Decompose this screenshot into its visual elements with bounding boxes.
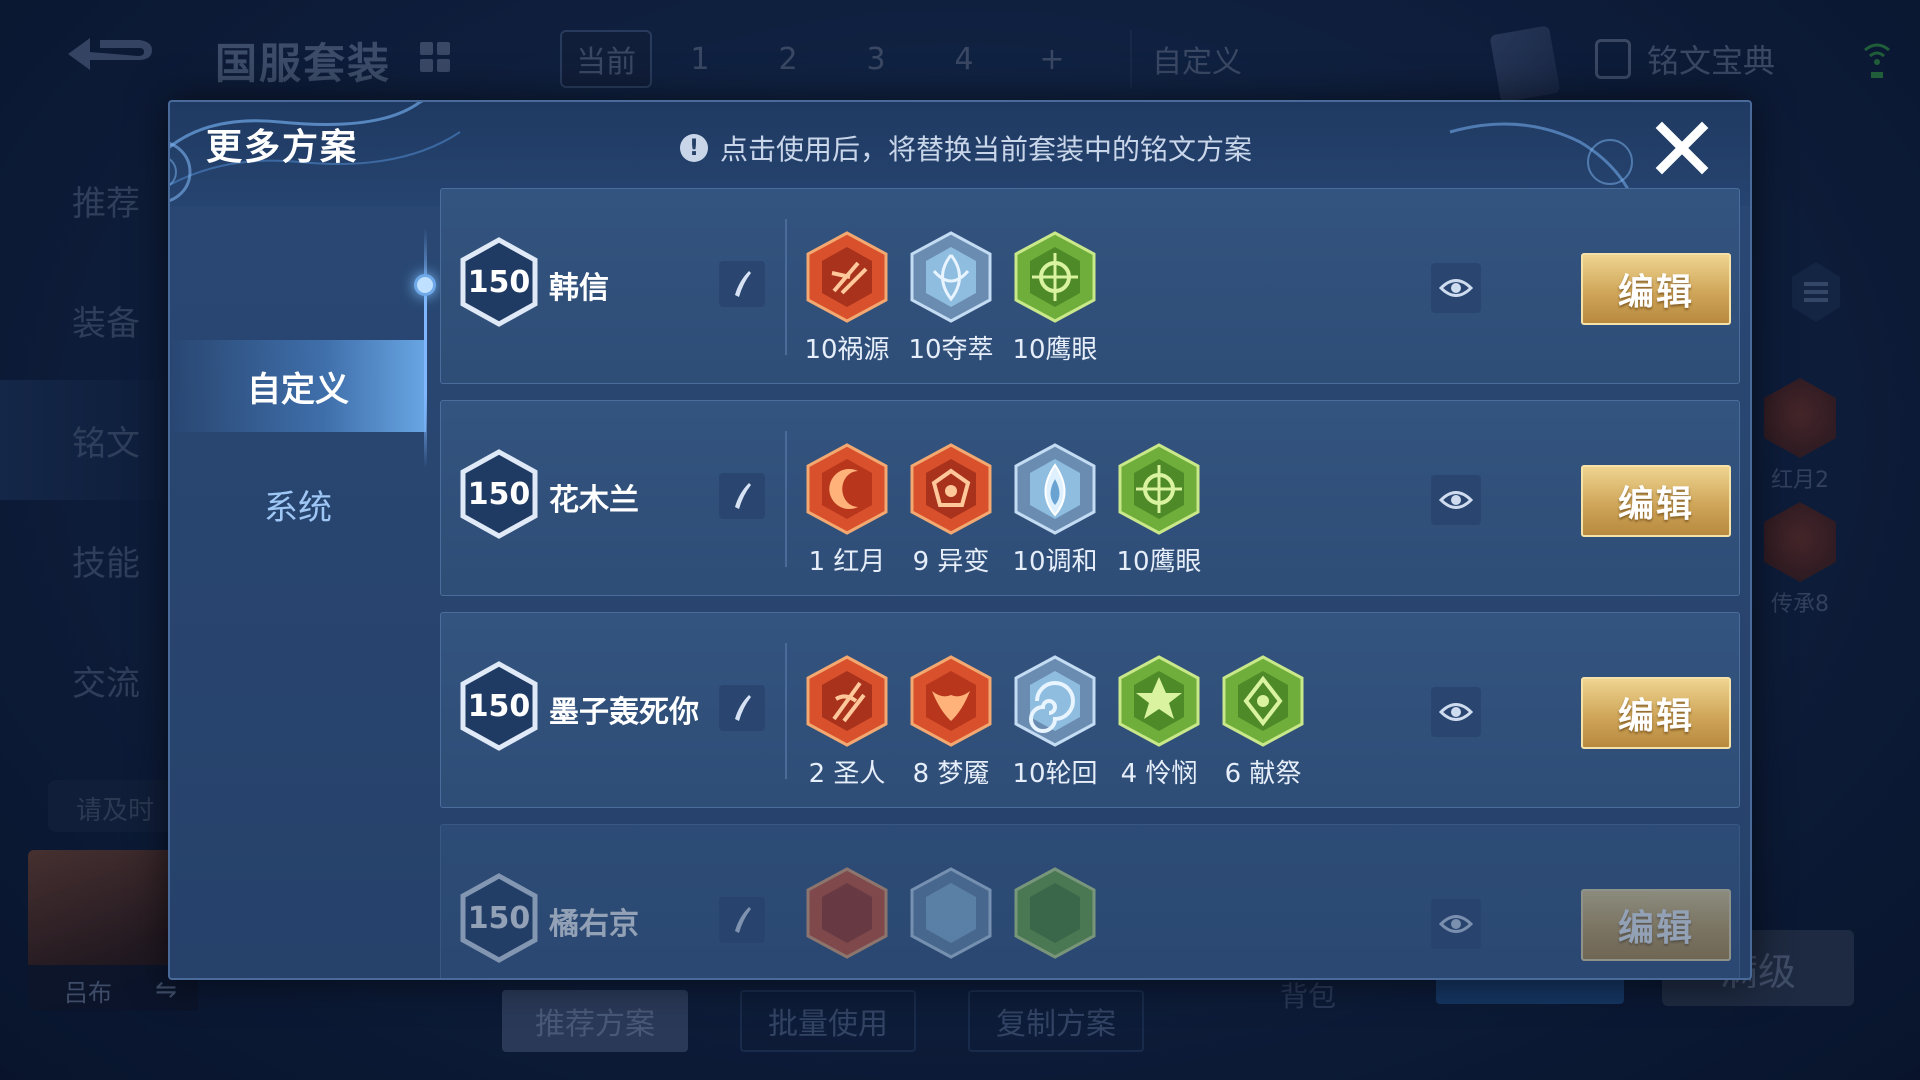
more-plans-dialog: 更多方案 ! 点击使用后，将替换当前套装中的铭文方案 自定义 系统 150 韩信 [168,100,1752,980]
plan-card: 150 花木兰 1 红月 9 异变 10调和 10鹰眼 编辑 [440,400,1740,596]
rune-slot [1005,867,1105,959]
pencil-icon [735,271,751,297]
rune-label: 10调和 [1012,547,1098,577]
rune-slot: 9 异变 [901,443,1001,578]
rune-label: 10轮回 [1012,759,1098,789]
edit-button[interactable]: 编辑 [1581,465,1731,537]
rune-yingyan-icon [1118,443,1200,535]
rune-slot: 10轮回 [1005,655,1105,790]
tab-custom-plans[interactable]: 自定义 [170,340,426,432]
rune-slot [797,867,897,959]
tab-system-plans[interactable]: 系统 [170,458,426,550]
level-value: 150 [467,900,531,936]
rune-yingyan-icon [1014,231,1096,323]
divider [785,643,787,779]
plan-card: 150 墨子轰死你 2 圣人 8 梦魇 10轮回 4 怜悯 6 献祭 编辑 [440,612,1740,808]
eye-icon [1439,491,1473,509]
edit-button[interactable]: 编辑 [1581,889,1731,961]
level-badge: 150 [459,661,539,751]
rune-green-icon [1014,867,1096,959]
rune-tiaohe-icon [1014,443,1096,535]
rune-label: 8 梦魇 [912,759,990,789]
level-badge: 150 [459,237,539,327]
rune-slot [901,867,1001,959]
plan-name: 韩信 [549,271,609,306]
close-button[interactable] [1650,116,1714,180]
level-value: 150 [467,688,531,724]
dialog-title: 更多方案 [206,127,359,168]
rune-label: 6 献祭 [1224,759,1302,789]
pencil-icon [735,695,751,721]
plan-list: 150 韩信 10祸源 10夺萃 10鹰眼 编辑 150 花木兰 1 红月 9 … [440,188,1740,978]
rune-slot: 4 怜悯 [1109,655,1209,790]
eye-icon [1439,279,1473,297]
edit-button[interactable]: 编辑 [1581,253,1731,325]
rune-blue-icon [910,867,992,959]
rename-button[interactable] [719,261,765,307]
rune-label: 10鹰眼 [1116,547,1202,577]
rune-label: 10夺萃 [908,335,994,365]
info-icon: ! [680,134,708,162]
rune-label: 4 怜悯 [1120,759,1198,789]
rune-mengyan-icon [910,655,992,747]
level-badge: 150 [459,449,539,539]
rune-hongyue-icon [806,443,888,535]
rename-button[interactable] [719,897,765,943]
preview-button[interactable] [1431,475,1481,525]
eye-icon [1439,915,1473,933]
tab-divider [424,228,427,468]
rune-yibian-icon [910,443,992,535]
rune-slot: 10夺萃 [901,231,1001,366]
active-tab-indicator [414,274,436,296]
pencil-icon [735,907,751,933]
rune-label: 10祸源 [804,335,890,365]
level-value: 150 [467,264,531,300]
preview-button[interactable] [1431,263,1481,313]
edit-button[interactable]: 编辑 [1581,677,1731,749]
rune-red-icon [806,867,888,959]
rune-shengren-icon [806,655,888,747]
preview-button[interactable] [1431,687,1481,737]
hint-text: 点击使用后，将替换当前套装中的铭文方案 [720,133,1253,166]
divider [785,431,787,567]
pencil-icon [735,483,751,509]
rune-lunhui-icon [1014,655,1096,747]
rename-button[interactable] [719,473,765,519]
rune-slot: 10调和 [1005,443,1105,578]
plan-name: 橘右京 [549,907,639,942]
rune-slot: 2 圣人 [797,655,897,790]
level-value: 150 [467,476,531,512]
divider [785,219,787,355]
preview-button[interactable] [1431,899,1481,949]
rune-slot: 1 红月 [797,443,897,578]
rune-label: 1 红月 [808,547,886,577]
rune-slot: 8 梦魇 [901,655,1001,790]
plan-name: 墨子轰死你 [549,695,699,730]
rune-slot: 10鹰眼 [1109,443,1209,578]
rune-slot: 6 献祭 [1213,655,1313,790]
plan-card: 150 橘右京 编辑 [440,824,1740,978]
rune-huoyuan-icon [806,231,888,323]
rune-xianji-icon [1222,655,1304,747]
dialog-hint: ! 点击使用后，将替换当前套装中的铭文方案 [680,128,1252,168]
rename-button[interactable] [719,685,765,731]
plan-name: 花木兰 [549,483,639,518]
rune-label: 10鹰眼 [1012,335,1098,365]
plan-card: 150 韩信 10祸源 10夺萃 10鹰眼 编辑 [440,188,1740,384]
rune-lianmin-icon [1118,655,1200,747]
close-icon [1655,121,1709,175]
rune-slot: 10鹰眼 [1005,231,1105,366]
rune-duocui-icon [910,231,992,323]
rune-slot: 10祸源 [797,231,897,366]
rune-label: 2 圣人 [808,759,886,789]
side-tabs: 自定义 系统 [170,206,430,978]
eye-icon [1439,703,1473,721]
rune-label: 9 异变 [912,547,990,577]
level-badge: 150 [459,873,539,963]
